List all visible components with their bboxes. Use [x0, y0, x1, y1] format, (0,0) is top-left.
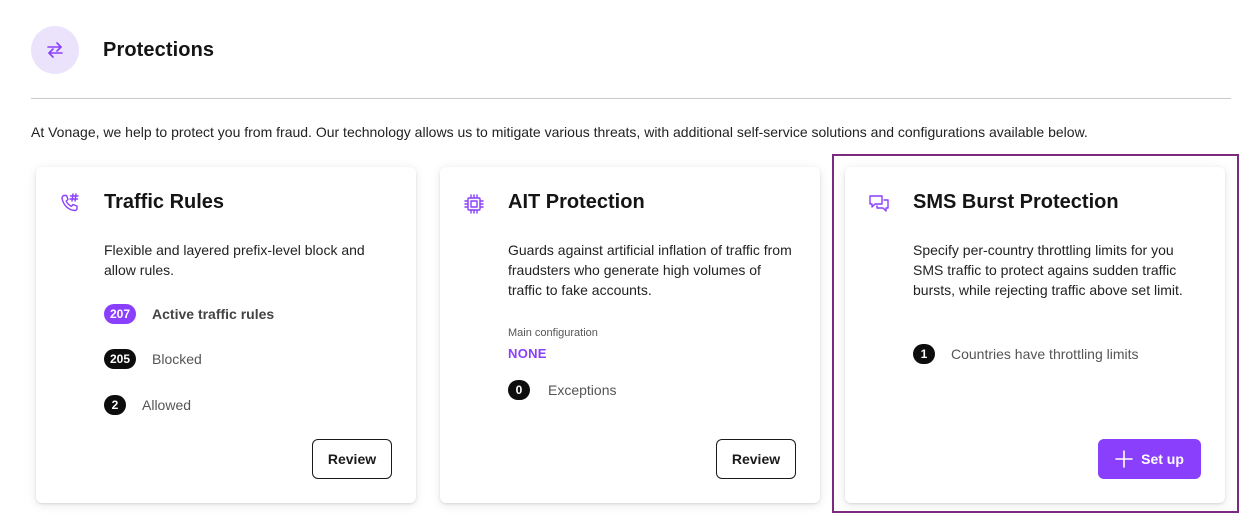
intro-text: At Vonage, we help to protect you from f… — [31, 124, 1088, 140]
review-button[interactable]: Review — [312, 439, 392, 479]
stat-label: Countries have throttling limits — [951, 346, 1139, 362]
count-badge: 205 — [104, 349, 137, 369]
card-ait-protection: AIT Protection Guards against artificial… — [440, 167, 820, 503]
card-description: Specify per-country throttling limits fo… — [913, 242, 1183, 298]
stat-countries-throttling: 1 Countries have throttling limits — [913, 344, 1139, 364]
count-badge: 2 — [104, 395, 126, 415]
card-title: AIT Protection — [508, 191, 645, 213]
stat-label: Allowed — [142, 397, 192, 413]
stat-label: Exceptions — [548, 382, 617, 398]
stat-active-traffic-rules: 207 Active traffic rules — [104, 304, 274, 324]
set-up-button[interactable]: Set up — [1098, 439, 1201, 479]
page-header: Protections — [31, 26, 214, 74]
main-configuration-value: NONE — [508, 346, 547, 361]
review-button[interactable]: Review — [716, 439, 796, 479]
phone-hash-icon — [58, 192, 82, 216]
stat-allowed: 2 Allowed — [104, 395, 191, 415]
card-description: Flexible and layered prefix-level block … — [104, 242, 365, 278]
card-title: SMS Burst Protection — [913, 191, 1119, 213]
count-badge: 207 — [104, 304, 137, 324]
stat-label: Active traffic rules — [152, 306, 275, 322]
chip-icon — [462, 192, 486, 216]
page-title: Protections — [103, 38, 215, 61]
chat-bubbles-icon — [867, 192, 891, 216]
header-divider — [31, 98, 1231, 99]
count-badge: 0 — [508, 380, 530, 400]
plus-icon — [1115, 450, 1133, 468]
card-title: Traffic Rules — [104, 191, 225, 213]
count-badge: 1 — [913, 344, 935, 364]
stat-exceptions: 0 Exceptions — [508, 380, 616, 400]
stat-label: Blocked — [152, 351, 202, 367]
card-traffic-rules: Traffic Rules Flexible and layered prefi… — [36, 167, 416, 503]
card-sms-burst-protection: SMS Burst Protection Specify per-country… — [845, 167, 1225, 503]
card-description: Guards against artificial inflation of t… — [508, 242, 792, 298]
stat-blocked: 205 Blocked — [104, 349, 202, 369]
main-configuration-label: Main configuration — [508, 327, 598, 339]
transfer-arrows-icon — [31, 26, 79, 74]
set-up-label: Set up — [1141, 451, 1184, 467]
